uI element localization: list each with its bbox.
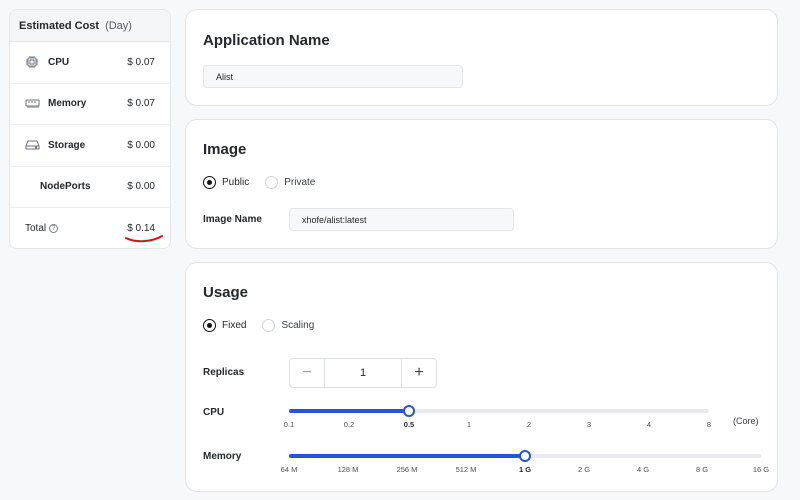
cpu-tick-label: 0.5 [403,420,415,429]
replicas-increment-button[interactable]: + [401,359,436,387]
cost-label-storage: Storage [48,139,86,151]
red-underline-annotation [125,234,163,242]
radio-private[interactable]: Private [265,176,315,189]
cpu-tick-label: 0.2 [343,420,355,429]
memory-slider[interactable] [289,450,761,462]
radio-public-label: Public [222,177,250,188]
cost-header-period: (Day) [105,19,132,32]
memory-tick-label: 4 G [636,465,650,474]
cpu-unit: (Core) [733,416,759,426]
radio-private-dot[interactable] [265,176,279,189]
memory-tick-label: 512 M [455,465,477,474]
cost-value-memory: $ 0.07 [127,98,155,110]
cpu-tick-label: 4 [646,420,652,429]
radio-public-dot[interactable] [203,176,216,189]
radio-fixed[interactable]: Fixed [203,319,246,332]
memory-icon [24,96,40,112]
radio-scaling-label: Scaling [281,320,315,331]
cost-label-cpu: CPU [48,56,70,68]
cost-value-nodeports: $ 0.00 [127,181,155,193]
cost-value-storage: $ 0.00 [127,139,155,151]
replicas-stepper[interactable]: − 1 + [289,358,437,388]
memory-tick-label: 16 G [752,465,770,474]
memory-tick-label: 128 M [337,465,359,474]
cost-row-cpu: CPU $ 0.07 [10,42,170,84]
memory-slider-fill [289,454,525,458]
cost-row-memory: Memory $ 0.07 [10,84,170,125]
usage-title: Usage [203,284,249,301]
cost-value-cpu: $ 0.07 [127,56,155,68]
estimated-cost-panel: Estimated Cost (Day) CPU $ 0.07 Memory $… [9,9,171,249]
image-title: Image [203,141,247,158]
memory-slider-thumb[interactable] [519,450,531,462]
usage-card: Usage Fixed Scaling Replicas − 1 + CPU 0… [185,262,778,492]
memory-tick-label: 2 G [577,465,591,474]
memory-label: Memory [203,451,242,462]
image-name-label: Image Name [203,214,262,225]
radio-private-label: Private [284,177,316,188]
radio-fixed-label: Fixed [222,320,247,331]
cost-label-memory: Memory [48,98,87,110]
memory-tick-label: 8 G [695,465,709,474]
application-name-card: Application Name Alist [185,9,778,106]
help-icon[interactable]: ? [49,224,59,234]
replicas-label: Replicas [203,367,245,378]
cpu-tick-label: 3 [586,420,592,429]
cpu-icon [24,54,40,70]
cost-label-nodeports: NodePorts [40,181,91,193]
replicas-decrement-button[interactable]: − [290,359,325,387]
usage-mode-radio-group: Fixed Scaling [203,319,330,332]
radio-public[interactable]: Public [203,176,249,189]
replicas-value[interactable]: 1 [325,359,401,387]
radio-scaling[interactable]: Scaling [262,319,314,332]
image-card: Image Public Private Image Name xhofe/al… [185,119,778,249]
memory-tick-label: 64 M [280,465,298,474]
memory-tick-label: 1 G [518,465,532,474]
application-name-title: Application Name [203,32,330,49]
cost-label-total: Total [25,223,47,235]
storage-icon [24,137,40,153]
radio-scaling-dot[interactable] [262,319,276,332]
memory-tick-label: 256 M [396,465,418,474]
cpu-tick-label: 1 [466,420,472,429]
cpu-slider-thumb[interactable] [403,405,415,417]
cost-total-label-wrap: Total? [25,223,127,234]
application-name-input[interactable]: Alist [203,65,463,88]
radio-fixed-dot[interactable] [203,319,216,332]
image-name-input[interactable]: xhofe/alist:latest [289,208,514,231]
cpu-tick-label: 0.1 [283,420,295,429]
cost-row-total: Total? $ 0.14 [10,208,170,248]
cpu-slider[interactable] [289,405,709,417]
cpu-tick-label: 2 [526,420,532,429]
cost-row-storage: Storage $ 0.00 [10,125,170,167]
cpu-label: CPU [203,407,225,418]
cpu-slider-fill [289,409,409,413]
cost-row-nodeports: NodePorts $ 0.00 [10,167,170,208]
cost-header: Estimated Cost (Day) [10,10,170,42]
cpu-tick-label: 8 [706,420,712,429]
cost-header-title: Estimated Cost [19,19,100,32]
image-visibility-radio-group: Public Private [203,176,331,189]
